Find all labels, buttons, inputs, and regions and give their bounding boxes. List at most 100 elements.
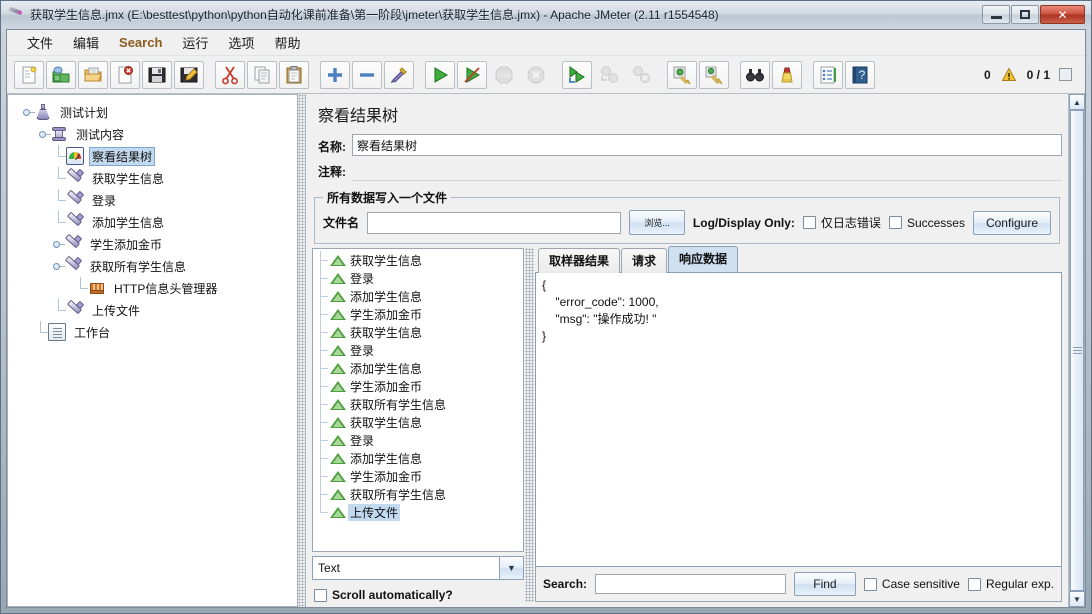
list-item[interactable]: 获取所有学生信息: [315, 485, 523, 503]
tree-node-workbench[interactable]: 工作台: [12, 321, 297, 343]
menu-edit[interactable]: 编辑: [63, 30, 109, 55]
clear-all-button[interactable]: [699, 60, 729, 89]
tree-node-view-results-tree[interactable]: 察看结果树: [12, 145, 297, 167]
scrollbar-track[interactable]: [1069, 110, 1085, 591]
list-item[interactable]: 学生添加金币: [315, 377, 523, 395]
shutdown-button[interactable]: [521, 61, 551, 89]
menu-search[interactable]: Search: [109, 32, 172, 53]
list-item[interactable]: 获取学生信息: [315, 413, 523, 431]
tree-node-sampler-collapsed[interactable]: 学生添加金币: [12, 233, 297, 255]
tree-node-sampler-expanded[interactable]: 获取所有学生信息: [12, 255, 297, 277]
tree-node-sampler[interactable]: 登录: [12, 189, 297, 211]
comment-input[interactable]: [352, 159, 1062, 181]
list-item[interactable]: 获取所有学生信息: [315, 395, 523, 413]
renderer-combo-value[interactable]: Text: [312, 556, 500, 580]
list-item[interactable]: 学生添加金币: [315, 305, 523, 323]
list-item[interactable]: 登录: [315, 269, 523, 287]
collapse-all-button[interactable]: [352, 60, 382, 89]
menu-help[interactable]: 帮助: [264, 30, 310, 55]
save-as-button[interactable]: [174, 60, 204, 89]
save-button[interactable]: [142, 60, 172, 89]
chevron-down-icon[interactable]: ▼: [500, 556, 524, 580]
expand-handle-icon[interactable]: [20, 105, 35, 119]
list-item[interactable]: 登录: [315, 341, 523, 359]
new-button[interactable]: [14, 60, 44, 89]
list-item[interactable]: 上传文件: [315, 503, 523, 521]
tab-request[interactable]: 请求: [621, 248, 668, 273]
tab-response-data[interactable]: 响应数据: [668, 246, 739, 272]
list-item[interactable]: 添加学生信息: [315, 449, 523, 467]
clear-button[interactable]: [667, 60, 697, 89]
menu-run[interactable]: 运行: [172, 30, 218, 55]
filename-input[interactable]: [367, 211, 622, 234]
expand-handle-icon[interactable]: [36, 127, 51, 141]
start-remote-all-button[interactable]: [562, 60, 592, 89]
stop-button[interactable]: STOP: [489, 61, 519, 89]
shutdown-remote-all-button[interactable]: [626, 61, 656, 89]
browse-button[interactable]: 浏览...: [629, 210, 685, 235]
scroll-up-icon[interactable]: ▲: [1069, 94, 1085, 110]
sampler-result-icon: [329, 288, 346, 304]
expand-handle-icon[interactable]: [50, 259, 65, 273]
paste-button[interactable]: [279, 60, 309, 89]
errors-only-checkbox[interactable]: 仅日志错误: [802, 214, 881, 231]
close-button[interactable]: ✕: [1040, 5, 1085, 24]
tree-node-sampler[interactable]: 获取学生信息: [12, 167, 297, 189]
search-button[interactable]: [740, 60, 770, 89]
close-file-button[interactable]: [110, 60, 140, 89]
cut-button[interactable]: [215, 60, 245, 89]
search-input[interactable]: [595, 574, 786, 594]
warning-triangle-icon[interactable]: [1001, 66, 1017, 83]
response-data-pane[interactable]: { "error_code": 1000, "msg": "操作成功! " }: [535, 272, 1062, 567]
sampler-result-icon: [329, 324, 346, 340]
main-splitter[interactable]: [297, 94, 306, 607]
scroll-automatically-checkbox[interactable]: Scroll automatically?: [312, 588, 524, 602]
tree-node-test-plan[interactable]: 测试计划: [12, 101, 297, 123]
menu-options[interactable]: 选项: [218, 30, 264, 55]
search-reset-button[interactable]: [772, 60, 802, 89]
successes-checkbox[interactable]: Successes: [888, 216, 965, 230]
scroll-automatically-label: Scroll automatically?: [332, 588, 453, 602]
tree-node-header-manager[interactable]: HTTP信息头管理器: [12, 277, 297, 299]
start-no-pauses-button[interactable]: [457, 60, 487, 89]
sampler-results-list[interactable]: 获取学生信息 登录 添加学生信息 学生添加金币 获取学生信息 登录 添加学生信息…: [312, 248, 524, 552]
tree-connector: [52, 167, 66, 189]
tree-node-thread-group[interactable]: 测试内容: [12, 123, 297, 145]
toggle-button[interactable]: [384, 60, 414, 89]
list-item[interactable]: 添加学生信息: [315, 359, 523, 377]
sampler-result-icon: [329, 486, 346, 502]
expand-handle-icon[interactable]: [50, 237, 65, 251]
list-item[interactable]: 获取学生信息: [315, 251, 523, 269]
list-item[interactable]: 获取学生信息: [315, 323, 523, 341]
function-helper-button[interactable]: [813, 60, 843, 89]
tree-node-sampler[interactable]: 上传文件: [12, 299, 297, 321]
renderer-combo[interactable]: Text ▼: [312, 556, 524, 580]
templates-button[interactable]: [46, 60, 76, 89]
menu-file[interactable]: 文件: [17, 30, 63, 55]
scroll-down-icon[interactable]: ▼: [1069, 591, 1085, 607]
open-button[interactable]: [78, 60, 108, 89]
help-button[interactable]: ?: [845, 60, 875, 89]
list-item[interactable]: 添加学生信息: [315, 287, 523, 305]
case-sensitive-checkbox[interactable]: Case sensitive: [863, 577, 960, 591]
copy-button[interactable]: [247, 60, 277, 89]
test-plan-tree-panel[interactable]: 测试计划 测试内容 察看结果树 获取学生信息 登录 添加学生信息 学生添加金币 …: [7, 94, 297, 607]
list-item[interactable]: 学生添加金币: [315, 467, 523, 485]
results-detail-splitter[interactable]: [525, 248, 534, 602]
function-helper-icon: [818, 65, 838, 85]
regular-exp-checkbox[interactable]: Regular exp.: [967, 577, 1054, 591]
tab-sampler-result[interactable]: 取样器结果: [538, 248, 621, 273]
find-button[interactable]: Find: [793, 572, 856, 596]
minimize-button[interactable]: [982, 5, 1010, 24]
tree-node-sampler[interactable]: 添加学生信息: [12, 211, 297, 233]
expand-all-button[interactable]: [320, 60, 350, 89]
list-item[interactable]: 登录: [315, 431, 523, 449]
save-icon: [147, 65, 167, 85]
configure-button[interactable]: Configure: [972, 210, 1051, 235]
stop-remote-all-button[interactable]: [594, 61, 624, 89]
scrollbar-thumb[interactable]: [1070, 110, 1084, 591]
start-button[interactable]: [425, 60, 455, 89]
right-scrollbar[interactable]: ▲ ▼: [1068, 94, 1085, 607]
name-input[interactable]: [352, 134, 1062, 156]
maximize-button[interactable]: [1011, 5, 1039, 24]
